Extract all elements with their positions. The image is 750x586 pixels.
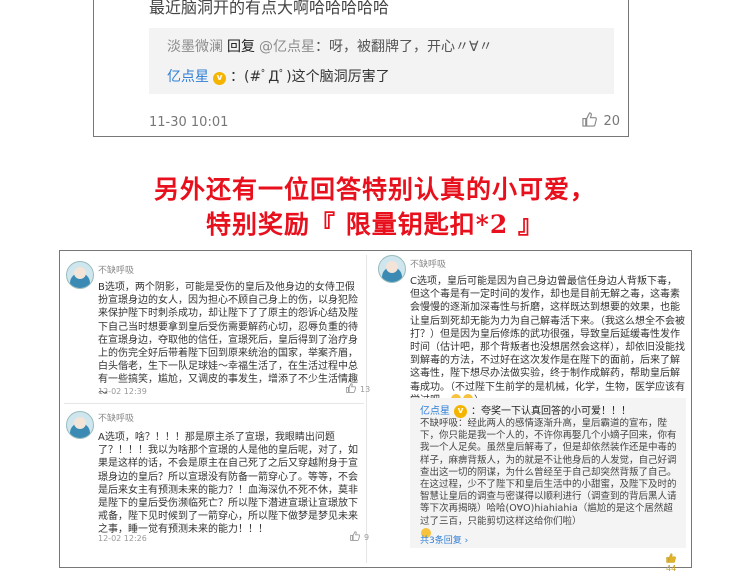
more-replies-link[interactable]: 共3条回复 ›	[420, 533, 468, 546]
reply-line: 淡墨微澜 回复 @亿点星：呀，被翻牌了，开心〃∀〃	[167, 36, 493, 56]
comment-username[interactable]: 不缺呼吸	[410, 257, 446, 270]
comment-time: 11-30 10:01	[149, 115, 229, 130]
reply-text: ：夸奖一下认真回答的小可爱！！！	[471, 406, 631, 417]
comment-text: B选项，两个阴影，可能是受伤的皇后及他身边的女侍卫假扮宣璟身边的女人，因为担心不…	[98, 282, 358, 399]
like-count: 20	[603, 114, 620, 129]
thumbs-up-icon	[582, 112, 598, 127]
reply-username[interactable]: 不缺呼吸	[420, 418, 458, 429]
reply-text-block: 不缺呼吸：经此两人的感情逐渐升高，皇后霸道的宣布，陛下，你只能是我一个人的，不许…	[420, 418, 682, 541]
comment-text-body: C选项，皇后可能是因为自己身边曾最信任身边人背叛下毒，但这个毒是有一定时间的发作…	[410, 276, 685, 406]
like-button[interactable]: 44	[666, 553, 687, 573]
verified-badge-icon: v	[213, 72, 226, 85]
comment-username[interactable]: 不缺呼吸	[98, 411, 134, 424]
comment-text: A选项，啥？！！！那是原主杀了宣璟，我眼睛出问题了？！！！我以为啥那个宣璟的人是…	[98, 432, 358, 536]
divider	[64, 403, 364, 404]
comments-panel: 不缺呼吸 B选项，两个阴影，可能是受伤的皇后及他身边的女侍卫假扮宣璟身边的女人，…	[59, 250, 692, 573]
like-button[interactable]: 9	[350, 531, 369, 542]
thumbs-up-icon	[666, 553, 676, 563]
thumbs-up-icon	[346, 383, 356, 393]
like-count: 44	[666, 564, 677, 573]
reply-username[interactable]: 亿点星	[420, 406, 450, 417]
reply-head: 亿点星 v ：夸奖一下认真回答的小可爱！！！	[420, 402, 631, 418]
verified-badge-icon: v	[454, 405, 467, 418]
reply-text: ：(#ﾟДﾟ)这个脑洞厉害了	[230, 69, 390, 85]
comment-time: 12-02 12:39	[98, 387, 147, 396]
thumbs-up-icon	[350, 531, 360, 541]
headline-line-2: 特别奖励『 限量钥匙扣*2 』	[206, 210, 544, 239]
reply-text: ：呀，被翻牌了，开心〃∀〃	[315, 39, 493, 55]
comment-username[interactable]: 不缺呼吸	[98, 263, 134, 276]
divider	[366, 255, 367, 563]
reply-target[interactable]: @亿点星	[259, 39, 315, 55]
comment-text: C选项，皇后可能是因为自己身边曾最信任身边人背叛下毒，但这个毒是有一定时间的发作…	[410, 275, 686, 407]
like-count: 13	[360, 385, 371, 394]
comment-text: 最近脑洞开的有点大啊哈哈哈哈哈	[149, 0, 390, 17]
like-button[interactable]: 13	[346, 383, 370, 394]
reply-username[interactable]: 亿点星	[167, 69, 209, 85]
reply-line: 亿点星 v ：(#ﾟДﾟ)这个脑洞厉害了	[167, 66, 390, 86]
like-count: 9	[364, 533, 370, 542]
top-comment-card: 最近脑洞开的有点大啊哈哈哈哈哈 淡墨微澜 回复 @亿点星：呀，被翻牌了，开心〃∀〃 …	[93, 0, 629, 137]
reply-username[interactable]: 淡墨微澜	[167, 39, 223, 55]
reply-word: 回复	[227, 39, 255, 55]
reply-text: ：经此两人的感情逐渐升高，皇后霸道的宣布，陛下，你只能是我一个人的，不许你再娶几…	[420, 418, 677, 527]
comment-time: 12-02 12:26	[98, 534, 147, 543]
reply-panel: 亿点星 v ：夸奖一下认真回答的小可爱！！！ 不缺呼吸：经此两人的感情逐渐升高，皇后…	[410, 398, 686, 548]
like-button[interactable]: 20	[582, 112, 620, 129]
avatar[interactable]	[66, 261, 94, 289]
avatar[interactable]	[378, 255, 406, 283]
reply-box: 淡墨微澜 回复 @亿点星：呀，被翻牌了，开心〃∀〃 亿点星 v ：(#ﾟДﾟ)这个脑洞厉…	[149, 28, 614, 94]
avatar[interactable]	[66, 411, 94, 439]
headline-line-1: 另外还有一位回答特别认真的小可爱，	[153, 175, 596, 204]
